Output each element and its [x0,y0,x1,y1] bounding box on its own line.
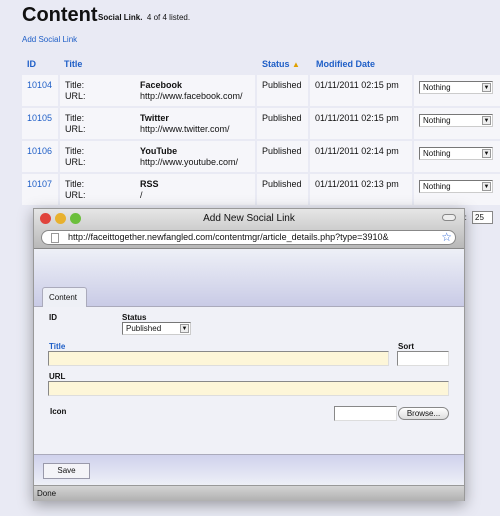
row-url: / [140,190,143,200]
title-label: Title [49,342,66,351]
footer-band: Save [34,454,464,485]
row-action-value: Nothing [423,116,451,125]
status-bar: Done [34,485,464,501]
toolbar-toggle-button[interactable] [442,214,456,221]
per-page-input[interactable]: 25 [472,211,493,224]
field-labels: Title: URL: [65,146,86,168]
row-url: http://www.twitter.com/ [140,124,230,134]
row-modified: 01/11/2011 02:15 pm [310,108,412,139]
status-label: Status [122,313,147,322]
row-status: Published [257,174,308,205]
table-row: 10106 Title: URL: YouTube http://www.youtu… [22,141,500,172]
row-title: YouTube [140,146,178,156]
row-action-value: Nothing [423,182,451,191]
url-label: URL [49,372,66,381]
page-subtitle: Social Link. 4 of 4 listed. [98,13,190,22]
title-input[interactable] [48,351,389,366]
row-action-select[interactable]: Nothing ▼ [419,180,493,193]
title-field-label: Title: [65,113,85,123]
id-label: ID [49,313,57,322]
row-id-link[interactable]: 10105 [27,113,52,123]
row-title: Twitter [140,113,169,123]
title-field-label: Title: [65,146,85,156]
sort-label: Sort [398,342,414,351]
page-icon [51,233,59,243]
title-field-label: Title: [65,179,85,189]
url-text: http://faceittogether.newfangled.com/con… [68,232,389,242]
url-field-label: URL: [65,157,86,167]
chevron-down-icon: ▼ [482,83,491,92]
url-field-label: URL: [65,190,86,200]
row-action-value: Nothing [423,83,451,92]
row-modified: 01/11/2011 02:13 pm [310,174,412,205]
sort-input[interactable] [397,351,449,366]
header-status[interactable]: Status ▲ [262,59,300,69]
table-row: 10105 Title: URL: Twitter http://www.twitt… [22,108,500,139]
row-id-link[interactable]: 10104 [27,80,52,90]
table-row: 10107 Title: URL: RSS / Published 01/11/20… [22,174,500,205]
header-title[interactable]: Title [64,59,82,69]
browse-button[interactable]: Browse... [398,407,449,420]
row-id-link[interactable]: 10107 [27,179,52,189]
row-status: Published [257,108,308,139]
address-bar[interactable]: http://faceittogether.newfangled.com/con… [41,230,456,245]
row-modified: 01/11/2011 02:14 pm [310,141,412,172]
header-id[interactable]: ID [27,59,36,69]
title-cell: Title: URL: Twitter http://www.twitter.com… [60,108,255,139]
row-title: RSS [140,179,159,189]
row-id-link[interactable]: 10106 [27,146,52,156]
url-field-label: URL: [65,124,86,134]
add-social-link[interactable]: Add Social Link [22,35,77,44]
row-title: Facebook [140,80,183,90]
field-labels: Title: URL: [65,179,86,201]
status-value: Published [126,324,162,333]
chevron-down-icon: ▼ [482,116,491,125]
url-input[interactable] [48,381,449,396]
title-cell: Title: URL: Facebook http://www.facebook.c… [60,75,255,106]
title-bar: Add New Social Link http://faceittogethe… [34,209,464,249]
star-icon[interactable]: ☆ [441,230,452,244]
listed-count: 4 of 4 listed. [146,13,191,22]
field-labels: Title: URL: [65,80,86,102]
row-action-select[interactable]: Nothing ▼ [419,147,493,160]
row-action-value: Nothing [423,149,451,158]
row-url: http://www.facebook.com/ [140,91,243,101]
chevron-down-icon: ▼ [180,324,189,333]
row-url: http://www.youtube.com/ [140,157,239,167]
chevron-down-icon: ▼ [482,182,491,191]
row-action-select[interactable]: Nothing ▼ [419,81,493,94]
table-row: 10104 Title: URL: Facebook http://www.face… [22,75,500,106]
icon-file-input[interactable] [334,406,397,421]
title-cell: Title: URL: RSS / [60,174,255,205]
popup-window: Add New Social Link http://faceittogethe… [33,208,465,501]
row-modified: 01/11/2011 02:15 pm [310,75,412,106]
row-action-select[interactable]: Nothing ▼ [419,114,493,127]
tab-content[interactable]: Content [42,287,87,307]
save-button[interactable]: Save [43,463,90,479]
row-status: Published [257,141,308,172]
url-field-label: URL: [65,91,86,101]
status-select[interactable]: Published ▼ [122,322,191,335]
page-title: Content [22,4,98,26]
header-modified[interactable]: Modified Date [316,59,375,69]
field-labels: Title: URL: [65,113,86,135]
triangle-up-icon: ▲ [292,60,300,69]
title-cell: Title: URL: YouTube http://www.youtube.com… [60,141,255,172]
content-type: Social Link. [98,13,143,22]
chevron-down-icon: ▼ [482,149,491,158]
title-field-label: Title: [65,80,85,90]
header-band [34,249,464,307]
header-status-label: Status [262,59,290,69]
row-status: Published [257,75,308,106]
window-title: Add New Social Link [203,213,295,224]
icon-label: Icon [50,407,67,416]
